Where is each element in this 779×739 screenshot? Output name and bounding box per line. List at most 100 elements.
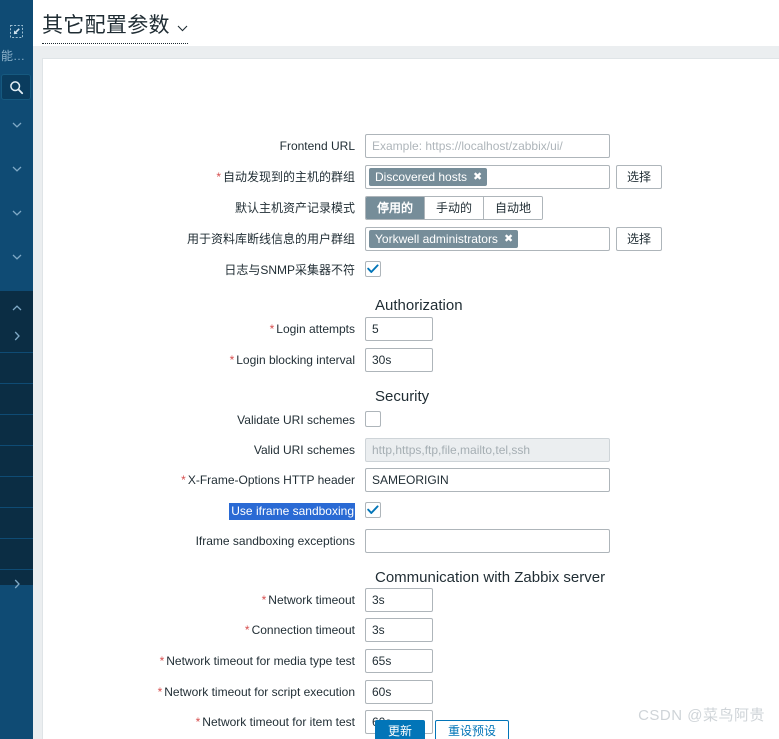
- form-label-iframe-sandboxing-exceptions: Iframe sandboxing exceptions: [43, 529, 365, 553]
- collapse-sidebar-icon[interactable]: [0, 18, 33, 44]
- form-control-valid-uri-schemes: [365, 438, 610, 462]
- page-header: 其它配置参数: [33, 0, 779, 46]
- form-label-text: 自动发现到的主机的群组: [222, 170, 355, 184]
- form-label-text: Validate URI schemes: [237, 413, 355, 427]
- sidebar-submenu-item-9[interactable]: [0, 539, 33, 570]
- form-control-network-timeout-script-execution: [365, 680, 433, 704]
- sidebar-submenu-item-3[interactable]: [0, 353, 33, 384]
- form-label-network-timeout: * Network timeout: [43, 588, 365, 612]
- sidebar-submenu-item-10[interactable]: [0, 570, 33, 601]
- select-button-db-down-user-group[interactable]: 选择: [616, 227, 662, 251]
- form-control-login-attempts: [365, 317, 433, 341]
- form-row-connection-timeout: * Connection timeout: [43, 618, 779, 642]
- sidebar-submenu-item-7[interactable]: [0, 477, 33, 508]
- input-iframe-sandboxing-exceptions[interactable]: [365, 529, 610, 553]
- checkbox-use-iframe-sandboxing[interactable]: [365, 502, 381, 518]
- sidebar-brand-text: 能…: [1, 49, 26, 63]
- sidebar-nav-item-3[interactable]: [0, 196, 33, 227]
- form-control-frontend-url: [365, 134, 610, 158]
- form-row-validate-uri-schemes: Validate URI schemes: [43, 408, 779, 432]
- form-label-log-snmp-mismatch: 日志与SNMP采集器不符: [43, 258, 365, 282]
- form-section-heading: Authorization: [375, 297, 463, 314]
- segmented-option-2[interactable]: 手动的: [425, 197, 485, 219]
- chevron-down-icon: [12, 115, 22, 133]
- form-control-login-blocking-interval: [365, 348, 433, 372]
- sidebar-submenu-item-1[interactable]: [0, 291, 33, 322]
- input-connection-timeout[interactable]: [365, 618, 433, 642]
- form-label-network-timeout-item-test: * Network timeout for item test: [43, 710, 365, 734]
- checkbox-log-snmp-mismatch[interactable]: [365, 261, 381, 277]
- form-label-text: Network timeout: [268, 593, 355, 607]
- chevron-down-icon: [12, 247, 22, 265]
- form-row-login-blocking-interval: * Login blocking interval: [43, 348, 779, 372]
- form-label-text: Frontend URL: [279, 139, 355, 153]
- form-label-default-inventory-mode: 默认主机资产记录模式: [43, 196, 365, 220]
- required-marker: *: [244, 623, 250, 637]
- form-label-x-frame-options: * X-Frame-Options HTTP header: [43, 468, 365, 492]
- form-label-network-timeout-script-execution: * Network timeout for script execution: [43, 680, 365, 704]
- form-label-frontend-url: Frontend URL: [43, 134, 365, 158]
- form-control-default-inventory-mode: 停用的 手动的 自动地: [365, 196, 544, 220]
- input-x-frame-options[interactable]: [365, 468, 610, 492]
- input-network-timeout[interactable]: [365, 588, 433, 612]
- input-network-timeout-media-type-test[interactable]: [365, 649, 433, 673]
- input-login-blocking-interval[interactable]: [365, 348, 433, 372]
- form-row-network-timeout-media-type-test: * Network timeout for media type test: [43, 649, 779, 673]
- update-button[interactable]: 更新: [375, 720, 426, 739]
- sidebar-submenu-item-6[interactable]: [0, 446, 33, 477]
- sidebar-submenu-item-4[interactable]: [0, 384, 33, 415]
- form-row-default-inventory-mode: 默认主机资产记录模式 停用的 手动的 自动地: [43, 196, 779, 220]
- form-label-text: Iframe sandboxing exceptions: [195, 534, 355, 548]
- zabbix-admin-general-other-page: 能… 其它配置参数 Authorization Security Communi…: [0, 0, 779, 739]
- form-label-text: Network timeout for media type test: [166, 654, 355, 668]
- form-row-discovered-host-group: * 自动发现到的主机的群组 Discovered hosts ✖ 选择: [43, 165, 779, 189]
- form-label-login-attempts: * Login attempts: [43, 317, 365, 341]
- search-icon[interactable]: [1, 74, 31, 100]
- chevron-down-icon: [12, 159, 22, 177]
- segmented-option-1[interactable]: 停用的: [366, 197, 426, 219]
- form-row-x-frame-options: * X-Frame-Options HTTP header: [43, 468, 779, 492]
- sidebar-submenu-item-5[interactable]: [0, 415, 33, 446]
- remove-chip-icon[interactable]: ✖: [504, 233, 513, 245]
- segmented-option-3[interactable]: 自动地: [484, 197, 543, 219]
- chevron-down-icon[interactable]: [177, 19, 188, 37]
- content-gutter: Authorization Security Communication with …: [33, 46, 779, 739]
- form-row-login-attempts: * Login attempts: [43, 317, 779, 341]
- page-title-dropdown[interactable]: 其它配置参数: [42, 13, 188, 44]
- form-section-heading: Security: [375, 388, 430, 405]
- form-label-text: 默认主机资产记录模式: [234, 201, 355, 215]
- sidebar-nav-item-2[interactable]: [0, 152, 33, 183]
- form-footer: 更新 重设预设: [375, 720, 510, 739]
- chip-db-down-user-group: Yorkwell administrators ✖: [369, 230, 519, 248]
- watermark: CSDN @菜鸟阿贵: [638, 707, 765, 724]
- segmented-default-inventory-mode: 停用的 手动的 自动地: [365, 196, 544, 220]
- multiselect-db-down-user-group[interactable]: Yorkwell administrators ✖: [365, 227, 610, 251]
- form-label-text: 用于资料库断线信息的用户群组: [186, 232, 355, 246]
- sidebar-submenu-item-8[interactable]: [0, 508, 33, 539]
- form-label-text: Network timeout for script execution: [164, 685, 355, 699]
- form-control-network-timeout-media-type-test: [365, 649, 433, 673]
- reset-defaults-button[interactable]: 重设预设: [435, 720, 510, 739]
- form-label-valid-uri-schemes: Valid URI schemes: [43, 438, 365, 462]
- required-marker: *: [261, 593, 267, 607]
- sidebar-nav-item-4[interactable]: [0, 240, 33, 271]
- input-network-timeout-script-execution[interactable]: [365, 680, 433, 704]
- multiselect-discovered-host-group[interactable]: Discovered hosts ✖: [365, 165, 610, 189]
- required-marker: *: [157, 685, 163, 699]
- input-login-attempts[interactable]: [365, 317, 433, 341]
- remove-chip-icon[interactable]: ✖: [473, 171, 482, 183]
- page-title: 其它配置参数: [42, 14, 170, 37]
- chip-label: Discovered hosts: [375, 170, 468, 184]
- form-control-discovered-host-group: Discovered hosts ✖ 选择: [365, 165, 662, 189]
- checkbox-validate-uri-schemes[interactable]: [365, 411, 381, 427]
- required-marker: *: [181, 473, 186, 487]
- sidebar-nav-item-1[interactable]: [0, 108, 33, 139]
- form-label-text: Login attempts: [276, 322, 355, 336]
- select-button-discovered-host-group[interactable]: 选择: [616, 165, 662, 189]
- sidebar-submenu: [0, 291, 33, 601]
- form-section-heading: Communication with Zabbix server: [375, 569, 606, 586]
- sidebar-submenu-item-2[interactable]: [0, 322, 33, 353]
- form-control-network-timeout: [365, 588, 433, 612]
- input-frontend-url[interactable]: [365, 134, 610, 158]
- required-marker: *: [269, 322, 275, 336]
